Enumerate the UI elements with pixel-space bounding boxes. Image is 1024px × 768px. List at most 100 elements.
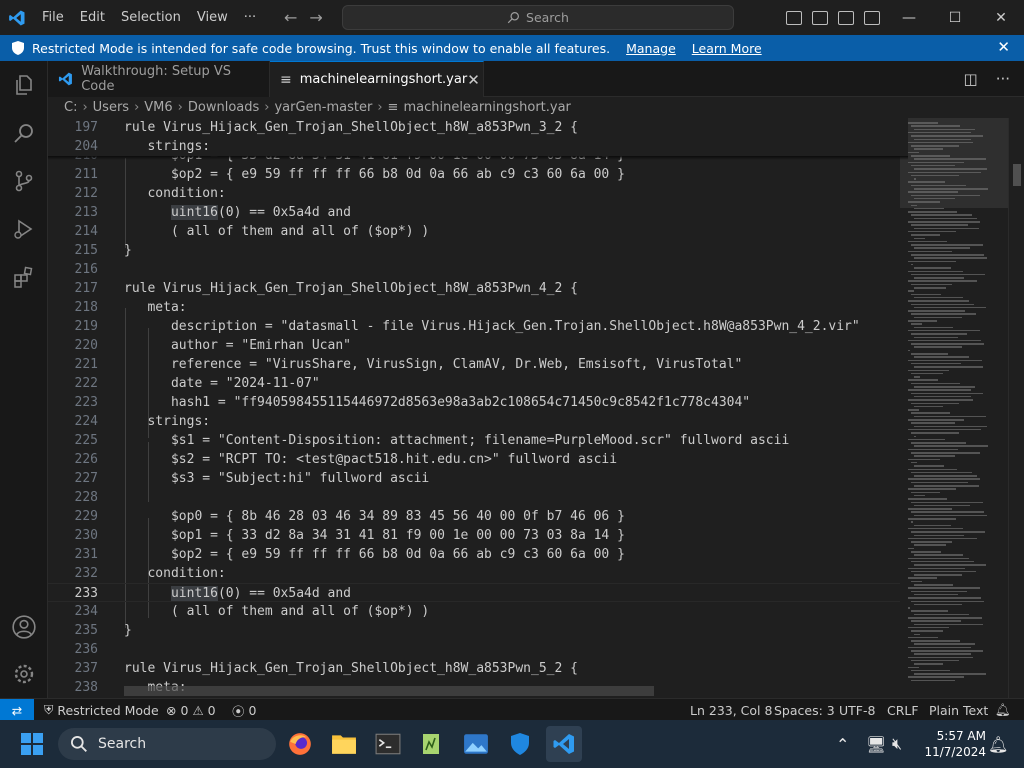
more-actions-icon[interactable]: ··· [996,70,1010,88]
toggle-secondary-sidebar-icon[interactable] [838,10,854,25]
indentation-status[interactable]: Spaces: 3 [774,699,835,721]
toggle-primary-sidebar-icon[interactable] [786,10,802,25]
code-editor[interactable]: 210 $op1 = { 33 d2 8a 34 31 41 81 f9 00 … [48,118,1008,698]
network-icon[interactable]: 🖥︎ [866,720,886,768]
vscode-app-icon[interactable] [546,726,582,762]
start-button[interactable] [20,732,44,760]
breadcrumb-file[interactable]: machinelearningshort.yar [403,100,570,115]
photos-app-icon[interactable] [458,726,494,762]
code-line[interactable]: 214 ( all of them and all of ($op*) ) [48,222,908,241]
taskbar-search[interactable]: Search [58,728,276,760]
extensions-icon[interactable] [0,253,48,301]
code-line[interactable]: 229 $op0 = { 8b 46 28 03 46 34 89 83 45 … [48,507,908,526]
breadcrumb-yargen-master[interactable]: yarGen-master [274,100,372,115]
code-line[interactable]: 217 rule Virus_Hijack_Gen_Trojan_ShellObj… [48,279,908,298]
notifications-bell-icon[interactable]: 🔔︎ [995,699,1011,721]
toggle-panel-icon[interactable] [812,10,828,25]
system-clock[interactable]: 5:57 AM 11/7/2024 [924,728,986,760]
menu-view[interactable]: View [189,0,236,35]
code-line[interactable]: 218 meta: [48,298,908,317]
horizontal-scrollbar[interactable] [124,686,654,696]
encoding-status[interactable]: UTF-8 [839,699,875,721]
code-line[interactable]: 225 $s1 = "Content-Disposition: attachme… [48,431,908,450]
code-line[interactable]: 230 $op1 = { 33 d2 8a 34 31 41 81 f9 00 … [48,526,908,545]
code-line[interactable]: 237 rule Virus_Hijack_Gen_Trojan_ShellObj… [48,659,908,678]
code-line[interactable]: 212 condition: [48,184,908,203]
run-and-debug-icon[interactable] [0,205,48,253]
code-line[interactable]: 227 $s3 = "Subject:hi" fullword ascii [48,469,908,488]
command-center-search[interactable]: Search [342,5,734,30]
close-window-icon[interactable]: ✕ [978,0,1024,35]
code-line[interactable]: 226 $s2 = "RCPT TO: <test@pact518.hit.ed… [48,450,908,469]
remote-indicator-icon[interactable]: ⇄ [0,699,34,721]
manage-link[interactable]: Manage [626,41,676,56]
tab-machinelearningshort[interactable]: ≡ machinelearningshort.yar ✕ [270,61,484,97]
problems-status[interactable]: ⊗ 0 ⚠ 0 [166,699,216,721]
line-code: rule Virus_Hijack_Gen_Trojan_ShellObject… [124,281,578,296]
search-sidebar-icon[interactable] [0,109,48,157]
code-line[interactable]: 204 strings: [48,137,908,156]
menu-more[interactable]: ··· [236,0,264,35]
code-line[interactable]: 213 uint16(0) == 0x5a4d and [48,203,908,222]
explorer-icon[interactable] [0,61,48,109]
breadcrumb-downloads[interactable]: Downloads [188,100,259,115]
code-line[interactable]: 224 strings: [48,412,908,431]
show-hidden-icons-chevron-icon[interactable]: ⌃ [836,720,849,768]
code-line[interactable]: 219 description = "datasmall - file Viru… [48,317,908,336]
breadcrumb-users[interactable]: Users [93,100,129,115]
code-line[interactable]: 236 [48,640,908,659]
code-line[interactable]: 215} [48,241,908,260]
menu-edit[interactable]: Edit [72,0,113,35]
line-code: rule Virus_Hijack_Gen_Trojan_ShellObject… [124,661,578,676]
code-line[interactable]: 231 $op2 = { e9 59 ff ff ff 66 b8 0d 0a … [48,545,908,564]
cursor-position[interactable]: Ln 233, Col 8 [690,699,772,721]
tab-walkthrough[interactable]: Walkthrough: Setup VS Code [48,61,270,97]
scrollbar-thumb[interactable] [1013,164,1021,186]
close-banner-icon[interactable]: ✕ [997,38,1010,56]
notification-bell-icon[interactable]: 🔔︎ [988,720,1008,768]
customize-layout-icon[interactable] [864,10,880,25]
maximize-icon[interactable]: ☐ [932,0,978,35]
code-line[interactable]: 233 uint16(0) == 0x5a4d and [48,583,908,602]
source-control-icon[interactable] [0,157,48,205]
file-explorer-app-icon[interactable] [326,726,362,762]
menu-file[interactable]: File [34,0,72,35]
menu-selection[interactable]: Selection [113,0,189,35]
minimap-line [914,247,970,249]
back-arrow-icon[interactable]: ← [284,8,297,27]
learn-more-link[interactable]: Learn More [692,41,762,56]
ports-status[interactable]: ⦿ 0 [232,699,256,721]
code-line[interactable]: 223 hash1 = "ff940598455115446972d8563e9… [48,393,908,412]
code-line[interactable]: 235} [48,621,908,640]
notepad-plus-app-icon[interactable] [414,726,450,762]
vscode-tab-icon [58,72,72,86]
code-line[interactable]: 234 ( all of them and all of ($op*) ) [48,602,908,621]
volume-muted-icon[interactable]: 🔇︎ [892,720,902,768]
split-editor-icon[interactable]: ◫ [964,70,978,88]
close-tab-icon[interactable]: ✕ [467,71,480,89]
code-line[interactable]: 197 rule Virus_Hijack_Gen_Trojan_ShellObj… [48,118,908,137]
code-line[interactable]: 222 date = "2024-11-07" [48,374,908,393]
firefox-app-icon[interactable] [282,726,318,762]
windows-security-app-icon[interactable] [502,726,538,762]
language-mode[interactable]: Plain Text [929,699,988,721]
breadcrumb-drive[interactable]: C: [64,100,77,115]
restricted-mode-status[interactable]: ⛨ Restricted Mode [44,699,159,721]
code-line[interactable]: 228 [48,488,908,507]
forward-arrow-icon[interactable]: → [309,8,322,27]
terminal-app-icon[interactable] [370,726,406,762]
account-icon[interactable] [0,603,48,651]
code-line[interactable]: 220 author = "Emirhan Ucan" [48,336,908,355]
code-line[interactable]: 216 [48,260,908,279]
settings-gear-icon[interactable] [0,650,48,698]
eol-status[interactable]: CRLF [887,699,919,721]
code-line[interactable]: 221 reference = "VirusShare, VirusSign, … [48,355,908,374]
code-line[interactable]: 232 condition: [48,564,908,583]
minimap[interactable] [900,118,1008,698]
breadcrumb-vm6[interactable]: VM6 [144,100,172,115]
search-placeholder: Search [526,10,569,25]
vertical-scrollbar[interactable] [1008,118,1024,698]
minimap-slider[interactable] [900,118,1008,208]
minimize-icon[interactable]: — [886,0,932,35]
code-line[interactable]: 211 $op2 = { e9 59 ff ff ff 66 b8 0d 0a … [48,165,908,184]
